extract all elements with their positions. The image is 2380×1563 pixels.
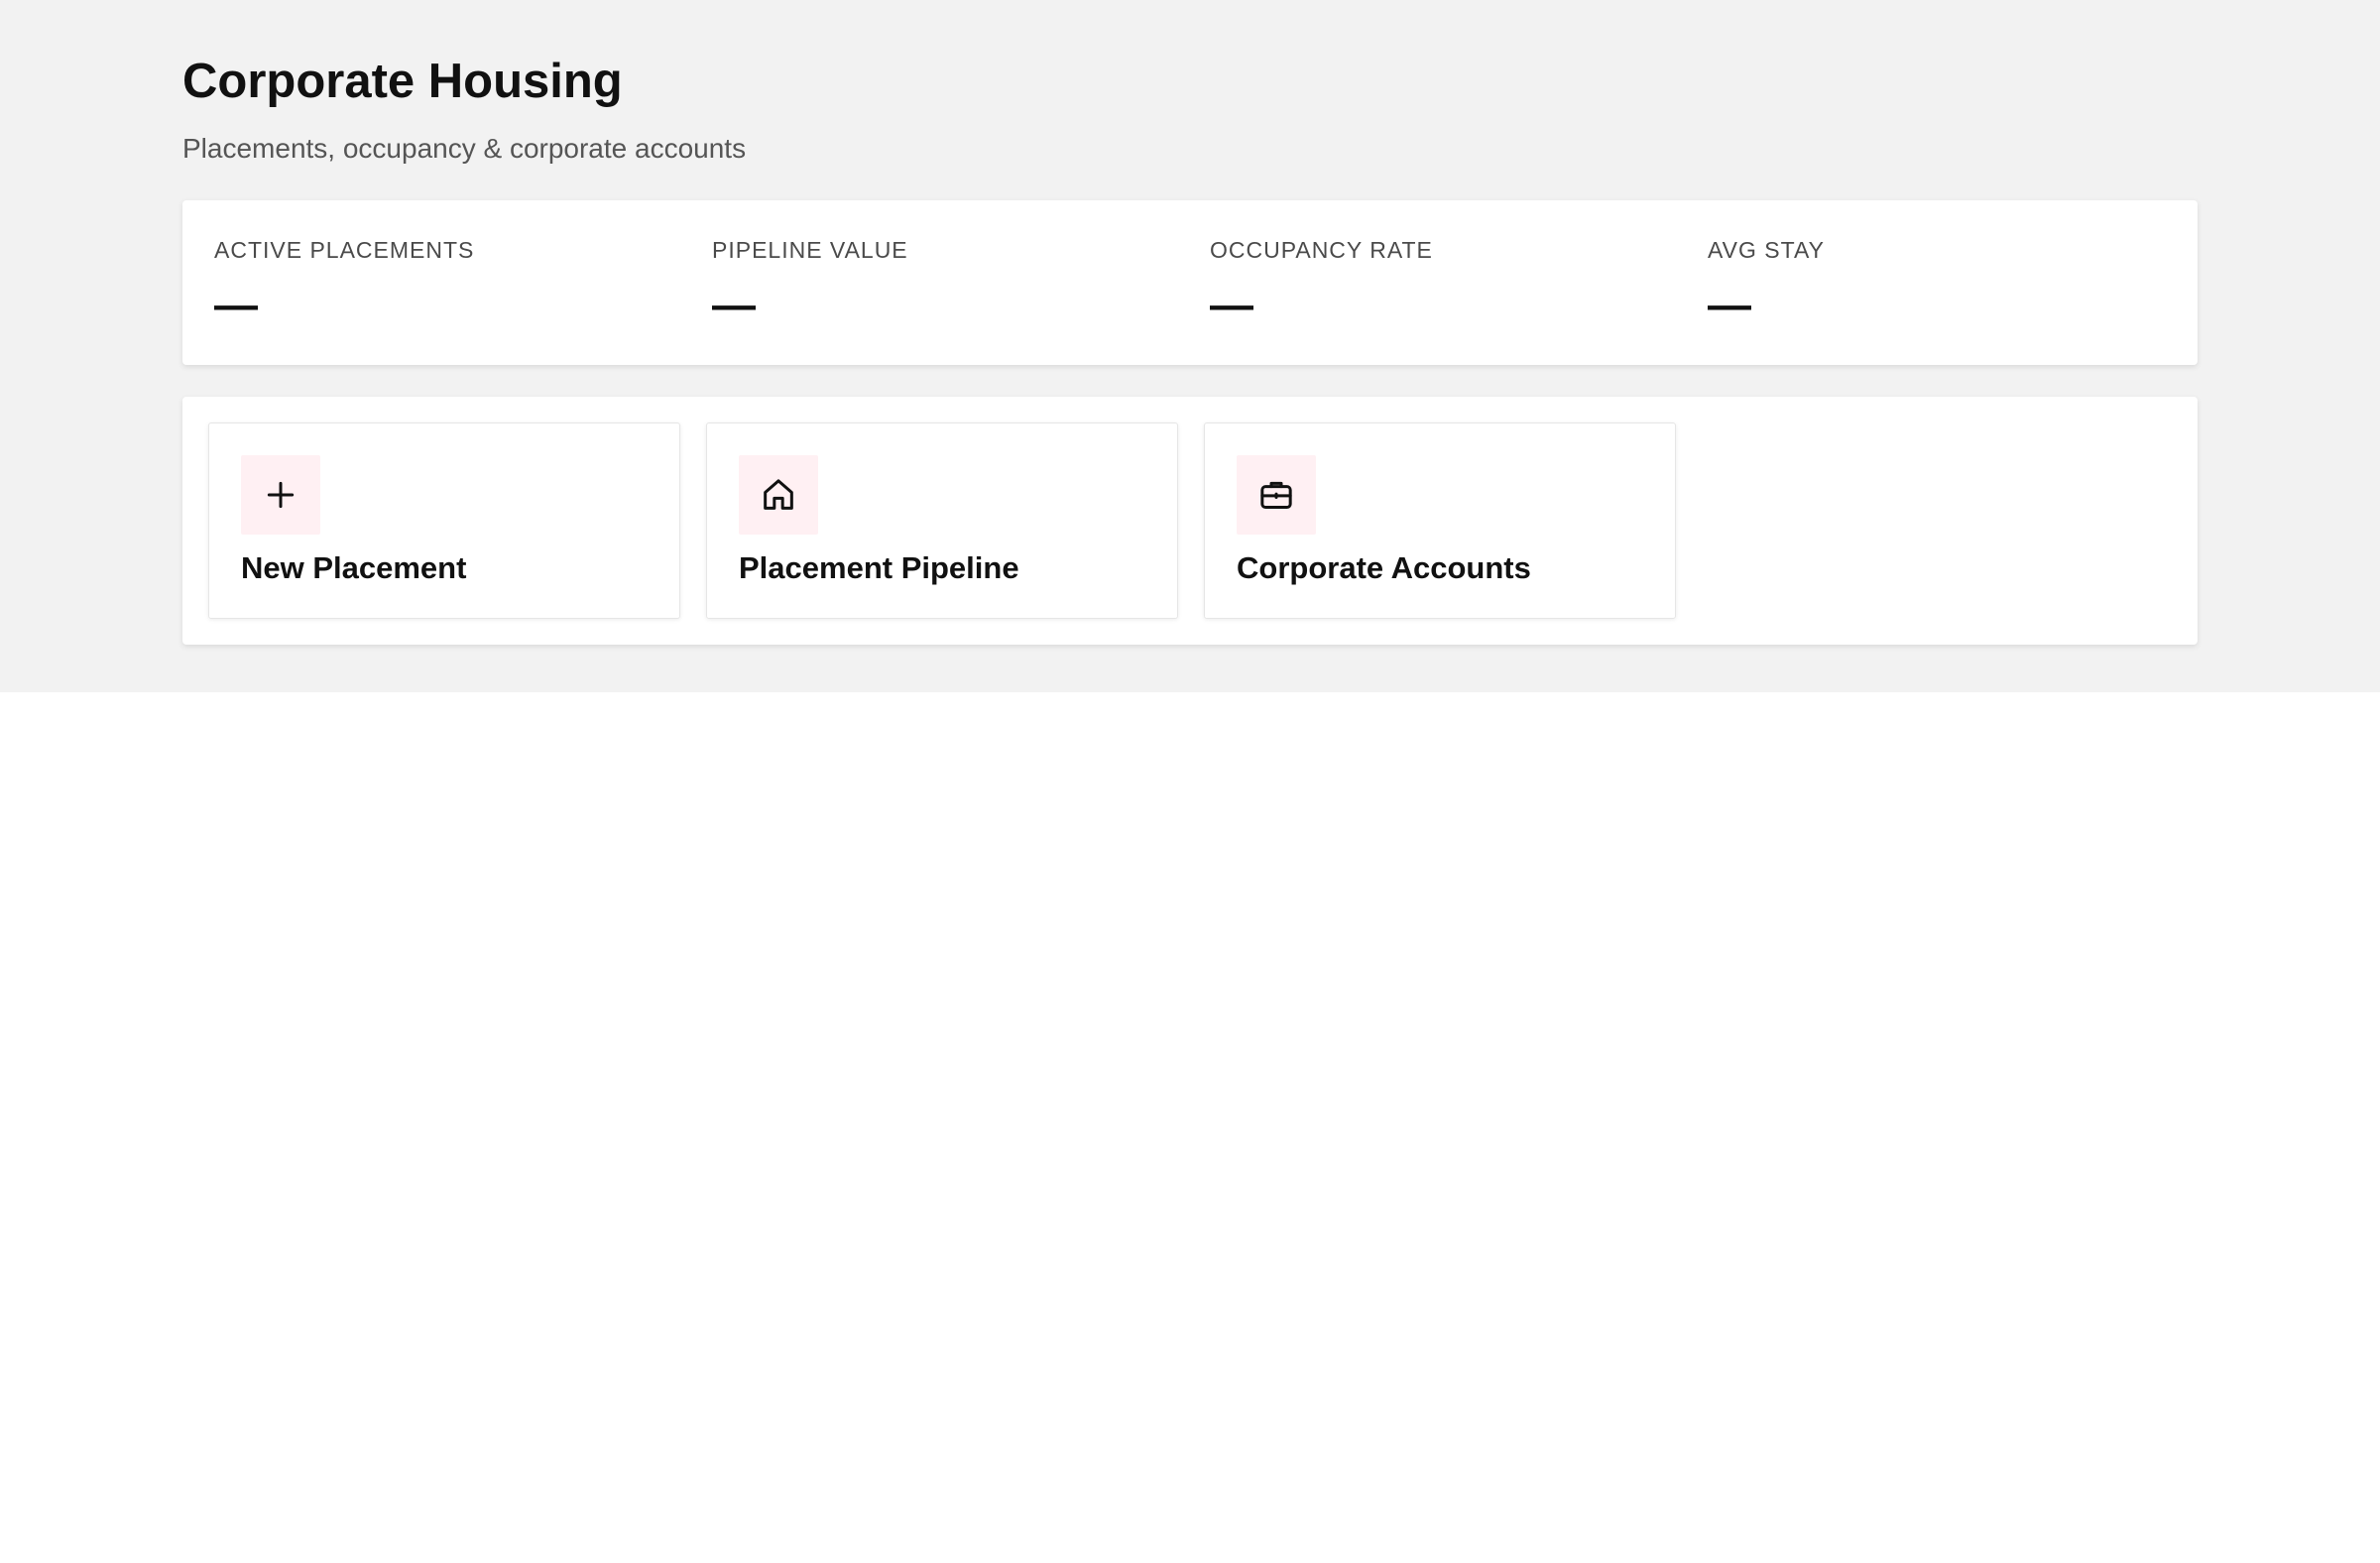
action-label: New Placement <box>241 550 467 585</box>
house-icon <box>739 455 818 535</box>
stat-label: PIPELINE VALUE <box>712 237 908 263</box>
new-placement-button[interactable]: New Placement <box>208 422 680 619</box>
action-label: Placement Pipeline <box>739 550 1019 585</box>
stat-value: — <box>1210 281 1253 329</box>
stats-card: ACTIVE PLACEMENTS — PIPELINE VALUE — OCC… <box>182 200 2198 365</box>
stat-value: — <box>1708 281 1751 329</box>
stat-active-placements: ACTIVE PLACEMENTS — <box>214 200 670 365</box>
stat-value: — <box>214 281 258 329</box>
plus-icon <box>241 455 320 535</box>
stat-occupancy-rate: OCCUPANCY RATE — <box>1210 200 1666 365</box>
briefcase-icon <box>1237 455 1316 535</box>
corporate-accounts-button[interactable]: Corporate Accounts <box>1204 422 1676 619</box>
quick-actions-card: New Placement Placement Pipeline Corpora… <box>182 397 2198 645</box>
stat-label: OCCUPANCY RATE <box>1210 237 1433 263</box>
placement-pipeline-button[interactable]: Placement Pipeline <box>706 422 1178 619</box>
page-subtitle: Placements, occupancy & corporate accoun… <box>182 133 747 164</box>
stat-value: — <box>712 281 756 329</box>
page-header-area: Corporate Housing Placements, occupancy … <box>0 0 2380 692</box>
stat-pipeline-value: PIPELINE VALUE — <box>712 200 1168 365</box>
page-title: Corporate Housing <box>182 55 623 108</box>
stat-label: AVG STAY <box>1708 237 1825 263</box>
action-label: Corporate Accounts <box>1237 550 1531 585</box>
stat-label: ACTIVE PLACEMENTS <box>214 237 475 263</box>
stat-avg-stay: AVG STAY — <box>1708 200 2164 365</box>
